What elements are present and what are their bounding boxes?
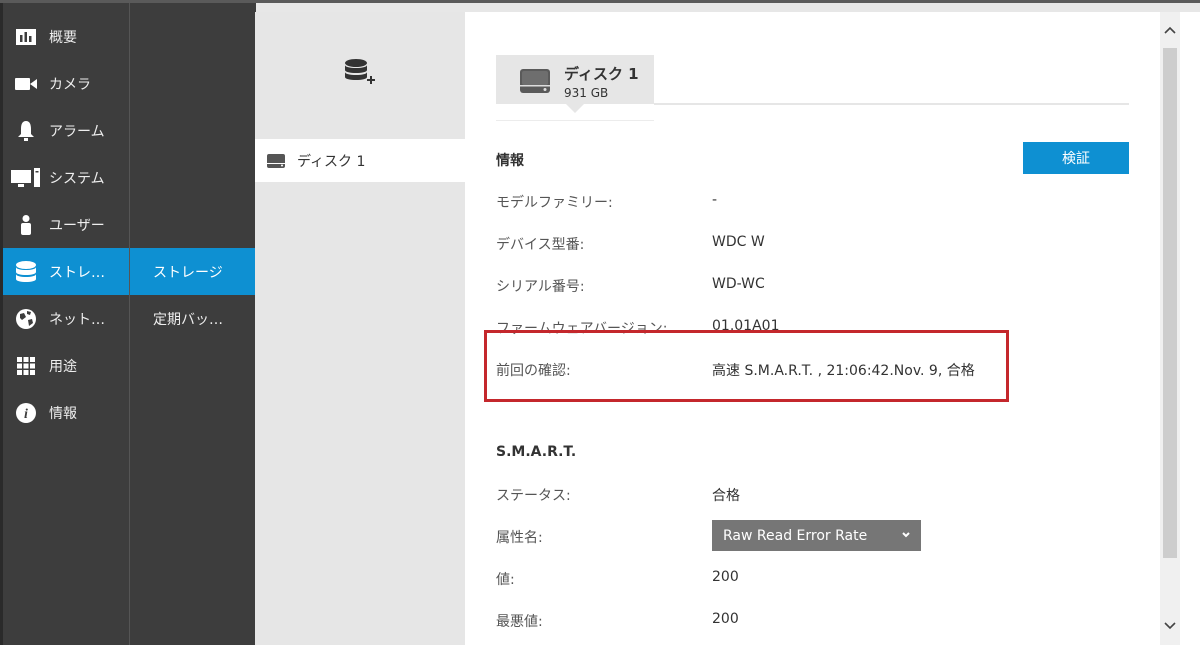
serial-number-label: シリアル番号: (496, 279, 585, 295)
nav-item-applications[interactable]: 用途 (3, 342, 129, 389)
disk-list-item[interactable]: ディスク 1 (255, 139, 465, 182)
nav-item-label: 概要 (49, 29, 77, 46)
smart-status-value: 合格 (712, 488, 740, 504)
nav-item-label: 用途 (49, 358, 77, 375)
model-family-value: - (712, 192, 718, 208)
value-label: 値: (496, 572, 515, 588)
tab-divider (654, 103, 1129, 105)
user-icon (3, 214, 49, 235)
device-model-value: WDC W (712, 234, 765, 250)
nav-item-user[interactable]: ユーザー (3, 201, 129, 248)
hard-drive-icon (267, 153, 285, 168)
scrollbar-thumb[interactable] (1163, 48, 1177, 558)
worst-value-value: 200 (712, 611, 739, 627)
overview-icon (3, 28, 49, 45)
model-family-label: モデルファミリー: (496, 195, 613, 211)
nav-item-label: カメラ (49, 76, 91, 93)
nav-item-storage[interactable]: ストレ… (3, 248, 129, 295)
tab-disk-size: 931 GB (564, 86, 609, 100)
attribute-select[interactable]: Raw Read Error Rate (712, 520, 921, 551)
nav-item-alarm[interactable]: アラーム (3, 107, 129, 154)
nav-item-label: ネット… (49, 311, 105, 328)
main-nav: 概要 カメラ アラーム システム ユーザー ストレ… ネット… 用途 i 情報 (0, 3, 129, 645)
nav-item-system[interactable]: システム (3, 154, 129, 201)
device-model-label: デバイス型番: (496, 237, 585, 253)
scroll-down-icon[interactable] (1162, 618, 1178, 636)
serial-number-value: WD-WC (712, 276, 765, 292)
smart-status-label: ステータス: (496, 488, 571, 504)
grid-icon (3, 356, 49, 375)
subnav-item-storage[interactable]: ストレージ (130, 248, 255, 295)
info-section-title: 情報 (496, 153, 524, 169)
database-add-icon (345, 59, 375, 84)
add-disk-button[interactable] (345, 59, 377, 93)
verify-button[interactable]: 検証 (1023, 142, 1129, 174)
attribute-select-value: Raw Read Error Rate (723, 527, 868, 544)
nav-item-label: アラーム (49, 123, 105, 140)
tab-disk-1[interactable]: ディスク 1 931 GB (496, 55, 654, 104)
content-top-strip (255, 3, 1200, 12)
subnav-item-label: 定期バッ… (153, 311, 223, 328)
highlight-box (484, 330, 1009, 402)
smart-section-title: S.M.A.R.T. (496, 444, 577, 460)
monitor-icon (3, 167, 49, 188)
attribute-name-label: 属性名: (496, 530, 543, 546)
tab-title: ディスク 1 (564, 65, 639, 83)
info-icon: i (3, 402, 49, 423)
camera-icon (3, 77, 49, 91)
bell-icon (3, 120, 49, 141)
scroll-up-icon[interactable] (1162, 24, 1178, 42)
sub-nav: ストレージ 定期バッ… (129, 3, 256, 645)
globe-icon (3, 308, 49, 330)
nav-item-label: ユーザー (49, 217, 105, 234)
svg-text:i: i (24, 407, 28, 422)
disk-detail-panel: ディスク 1 931 GB 情報 検証 モデルファミリー: - デバイス型番: … (465, 12, 1160, 645)
database-icon (3, 260, 49, 283)
hard-drive-icon (520, 69, 550, 97)
disk-list-panel: ディスク 1 (255, 12, 465, 645)
disk-list-item-label: ディスク 1 (297, 153, 366, 170)
nav-item-label: システム (49, 170, 105, 187)
chevron-down-icon (901, 528, 911, 546)
nav-item-network[interactable]: ネット… (3, 295, 129, 342)
tab-caret (566, 104, 584, 113)
nav-item-overview[interactable]: 概要 (3, 13, 129, 60)
nav-item-info[interactable]: i 情報 (3, 389, 129, 436)
worst-value-label: 最悪値: (496, 614, 543, 630)
nav-item-label: ストレ… (49, 264, 105, 281)
nav-item-label: 情報 (49, 405, 77, 422)
value-value: 200 (712, 569, 739, 585)
nav-item-camera[interactable]: カメラ (3, 60, 129, 107)
subnav-item-scheduled-backup[interactable]: 定期バッ… (130, 295, 255, 342)
subnav-item-label: ストレージ (153, 264, 223, 281)
